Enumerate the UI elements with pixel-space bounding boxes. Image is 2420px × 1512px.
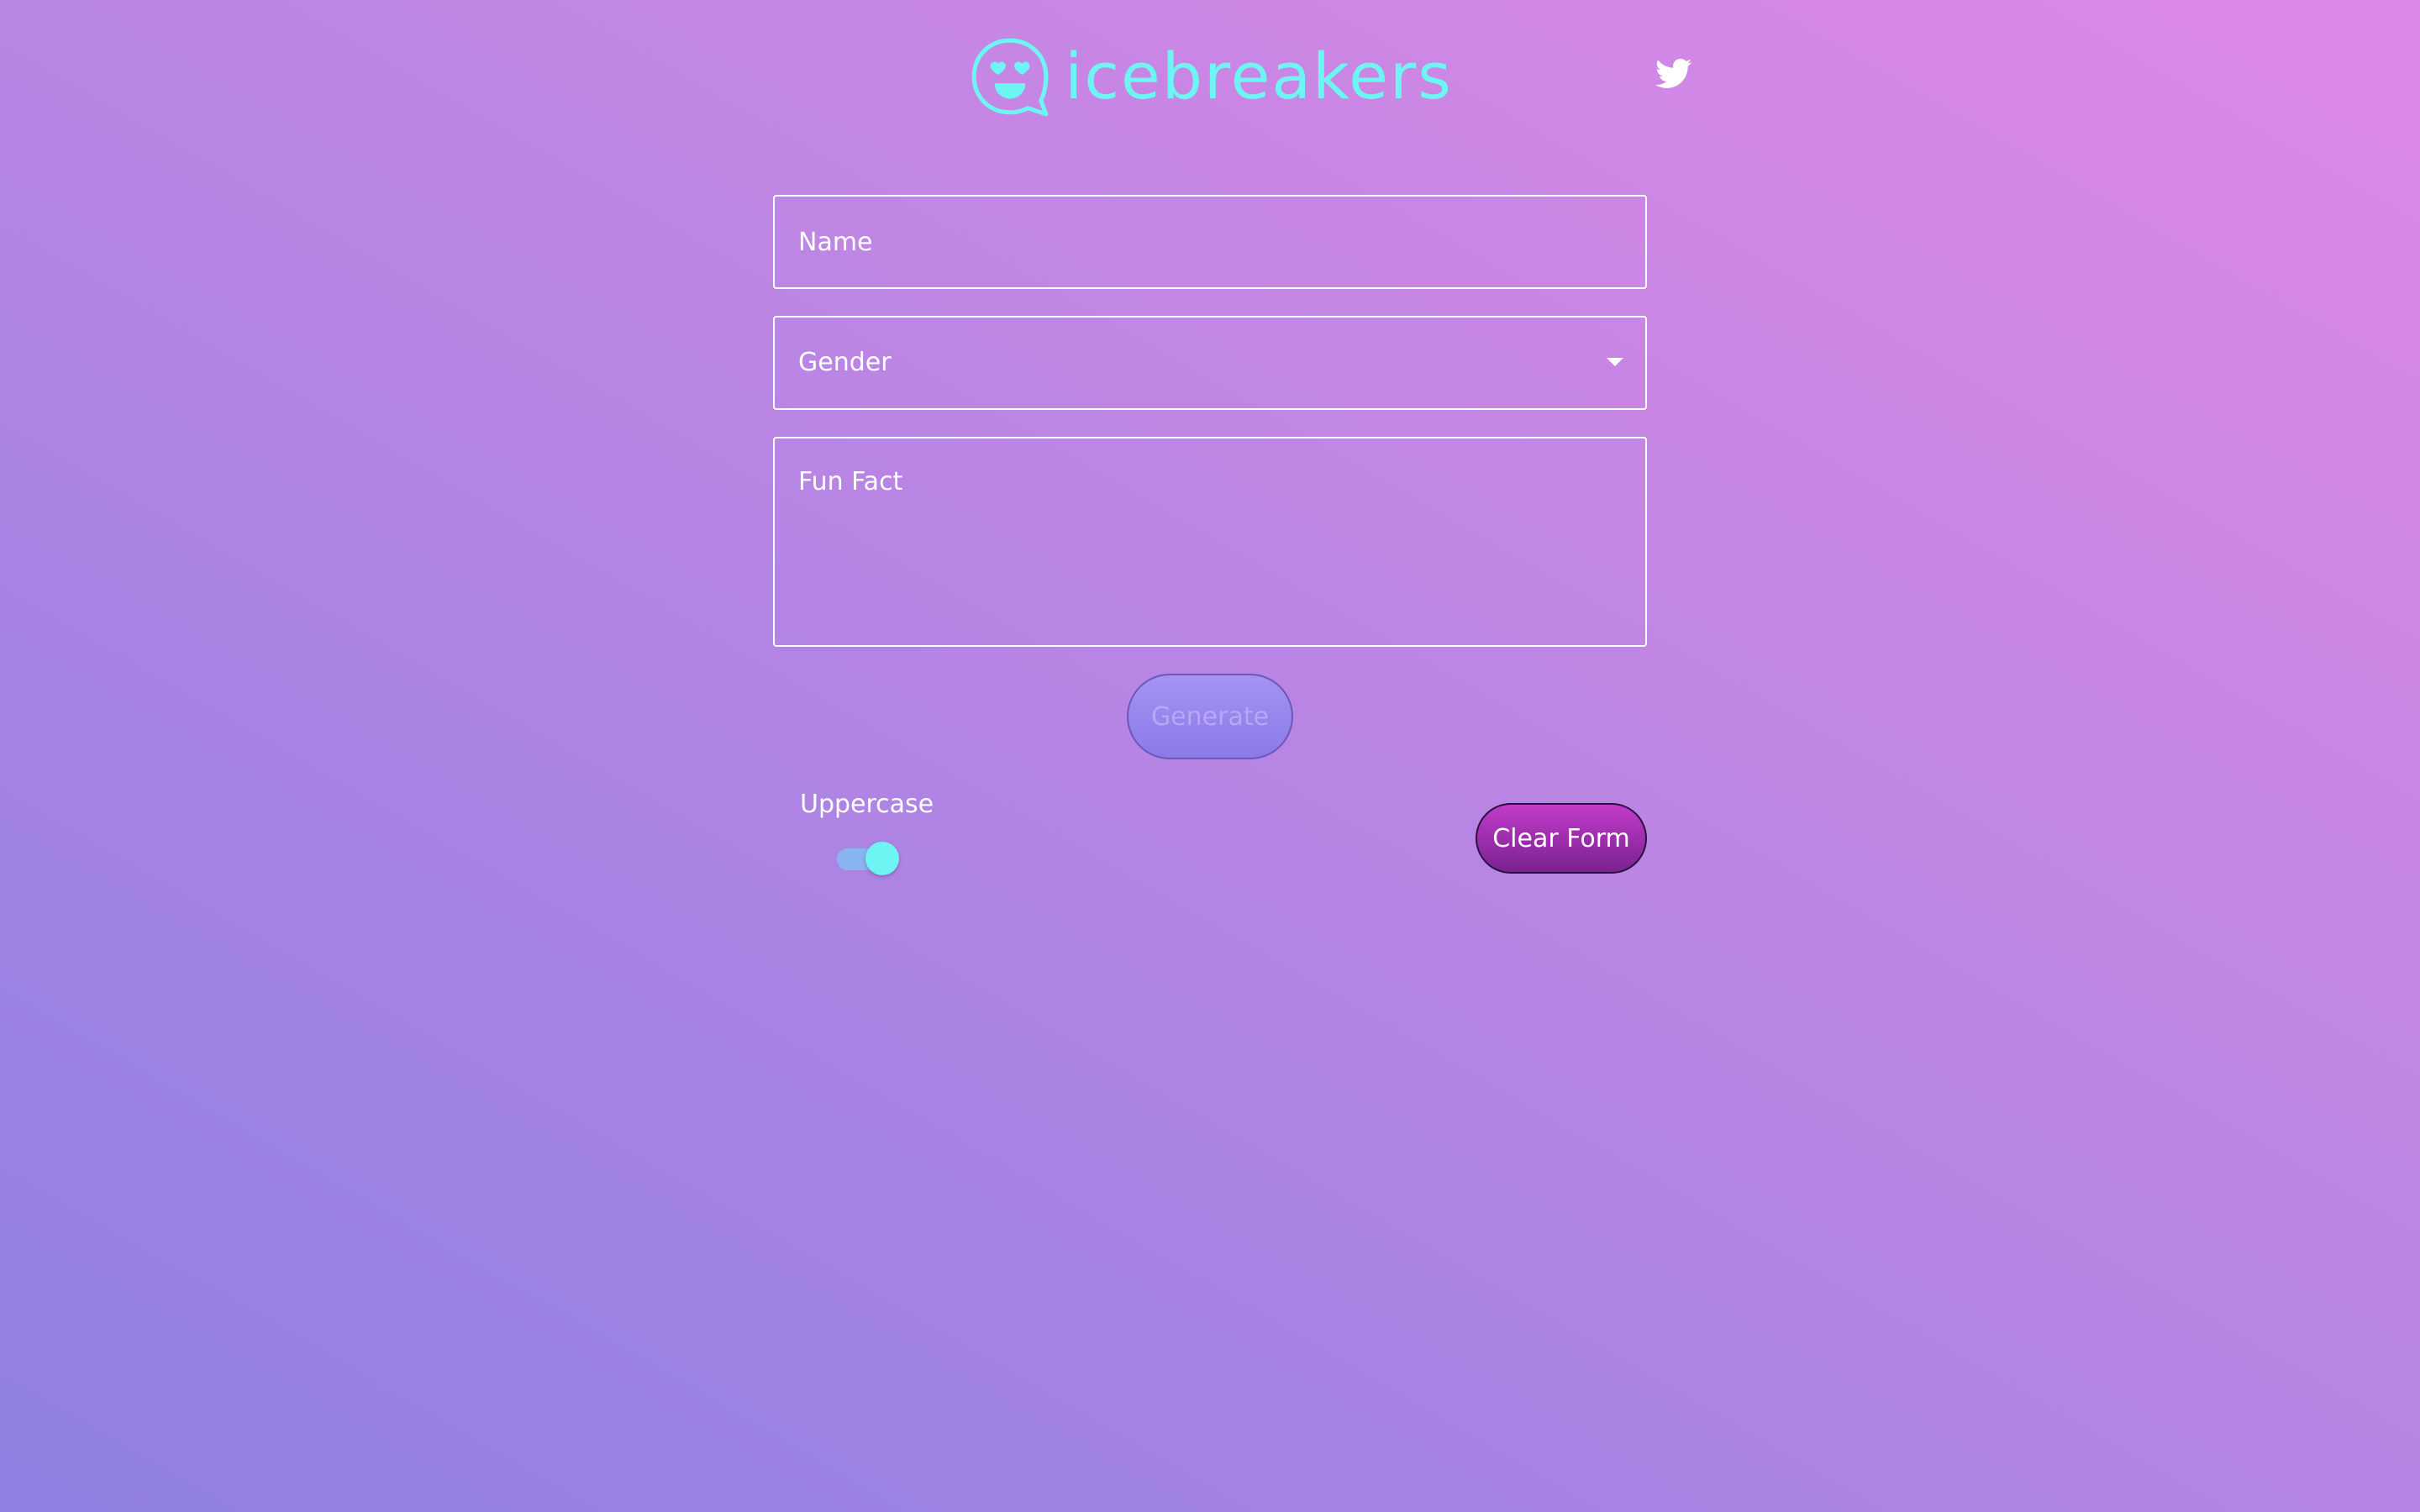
twitter-icon[interactable] — [1655, 57, 1692, 91]
toggle-thumb — [865, 842, 899, 875]
caret-down-icon — [1607, 358, 1623, 366]
icebreaker-form: Gender — [773, 195, 1647, 647]
gender-select[interactable]: Gender — [773, 316, 1647, 410]
name-input[interactable] — [773, 195, 1647, 289]
app-header: icebreakers — [0, 34, 2420, 119]
uppercase-label: Uppercase — [800, 790, 934, 819]
generate-button[interactable]: Generate — [1127, 674, 1293, 759]
uppercase-toggle[interactable] — [837, 842, 899, 875]
clear-form-button[interactable]: Clear Form — [1476, 803, 1647, 874]
brand[interactable]: icebreakers — [967, 34, 1453, 119]
fun-fact-textarea[interactable] — [773, 437, 1647, 647]
heart-eyes-chat-bubble-icon — [971, 38, 1049, 117]
brand-name: icebreakers — [1065, 39, 1453, 113]
gender-select-value[interactable]: Gender — [773, 316, 1647, 410]
